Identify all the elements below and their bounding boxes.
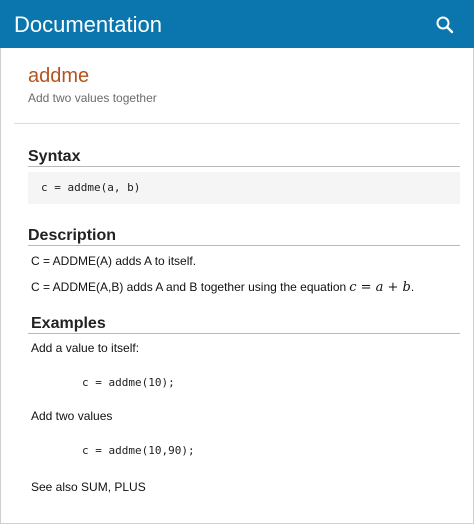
page-subtitle: Add two values together (28, 91, 157, 105)
description-line-2: C = ADDME(A,B) adds A and B together usi… (31, 280, 414, 295)
example-2-code: c = addme(10,90); (82, 444, 195, 457)
see-also: See also SUM, PLUS (31, 480, 146, 494)
syntax-heading: Syntax (28, 148, 81, 165)
page-title: addme (28, 65, 90, 87)
syntax-code-block: c = addme(a, b) (28, 172, 460, 204)
search-icon (436, 16, 454, 34)
description-line-1: C = ADDME(A) adds A to itself. (31, 254, 197, 268)
example-2-intro: Add two values (31, 409, 113, 423)
syntax-rule (28, 166, 460, 167)
description-line-2-end: . (410, 280, 415, 294)
example-1-intro: Add a value to itself: (31, 341, 140, 355)
description-line-2-text: C = ADDME(A,B) adds A and B together usi… (31, 280, 347, 294)
examples-heading: Examples (31, 315, 106, 332)
divider (14, 123, 460, 124)
examples-rule (28, 333, 460, 334)
equation: c = a + b (349, 280, 411, 295)
app-title: Documentation (14, 12, 162, 37)
description-heading: Description (28, 227, 117, 244)
example-1-code: c = addme(10); (82, 376, 175, 389)
description-rule (28, 245, 460, 246)
syntax-code: c = addme(a, b) (41, 181, 141, 194)
app-header: Documentation (0, 0, 474, 48)
search-button[interactable] (432, 12, 458, 38)
